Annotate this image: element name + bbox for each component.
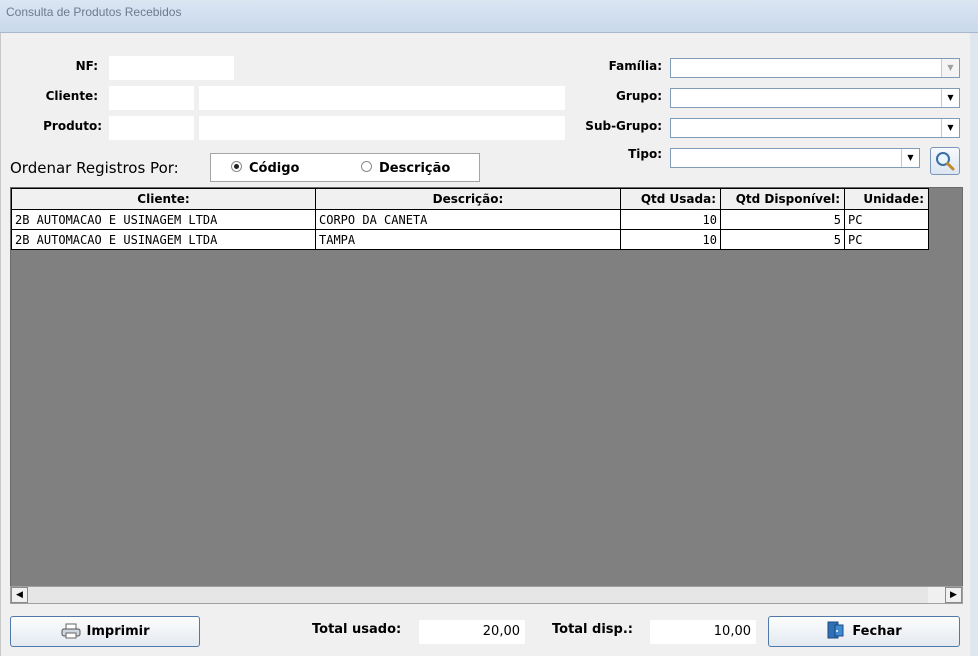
subgrupo-select[interactable]: ▼	[670, 118, 960, 138]
table-row[interactable]: 2B AUTOMACAO E USINAGEM LTDA CORPO DA CA…	[11, 209, 929, 230]
close-label: Fechar	[852, 624, 902, 639]
grupo-label: Grupo:	[616, 89, 662, 103]
cell-cliente: 2B AUTOMACAO E USINAGEM LTDA	[11, 209, 316, 230]
nf-input[interactable]	[109, 56, 234, 80]
col-header-qtd-usada[interactable]: Qtd Usada:	[620, 188, 721, 210]
cell-descricao: CORPO DA CANETA	[315, 209, 621, 230]
cell-qtd-disponivel: 5	[720, 229, 845, 250]
radio-codigo-label: Código	[249, 161, 300, 176]
cliente-name-input[interactable]	[199, 86, 565, 110]
title-bar: Consulta de Produtos Recebidos	[0, 0, 978, 33]
scroll-thumb[interactable]	[28, 587, 928, 603]
results-grid[interactable]: Cliente: Descrição: Qtd Usada: Qtd Dispo…	[10, 187, 963, 587]
grupo-select[interactable]: ▼	[670, 88, 960, 108]
produto-name-input[interactable]	[199, 116, 565, 140]
cliente-label: Cliente:	[45, 89, 98, 103]
search-button[interactable]	[930, 147, 960, 175]
total-disp-label: Total disp.:	[552, 622, 633, 637]
total-disp-value: 10,00	[650, 620, 756, 644]
cell-qtd-usada: 10	[620, 209, 721, 230]
radio-selected-icon	[231, 161, 242, 172]
close-button[interactable]: Fechar	[768, 616, 960, 647]
cliente-code-input[interactable]	[109, 86, 194, 110]
tipo-label: Tipo:	[628, 147, 662, 161]
produto-code-input[interactable]	[109, 116, 194, 140]
radio-descricao[interactable]: Descrição	[361, 161, 450, 176]
chevron-down-icon[interactable]: ▼	[901, 149, 919, 167]
horizontal-scrollbar[interactable]: ◀ ▶	[10, 586, 963, 604]
familia-label: Família:	[608, 59, 662, 73]
table-header: Cliente: Descrição: Qtd Usada: Qtd Dispo…	[11, 188, 929, 210]
radio-codigo[interactable]: Código	[231, 161, 299, 176]
order-radio-group: Código Descrição	[210, 153, 480, 182]
subgrupo-label: Sub-Grupo:	[585, 119, 662, 133]
order-label: Ordenar Registros Por:	[10, 159, 179, 177]
chevron-down-icon[interactable]: ▼	[941, 89, 959, 107]
cell-unidade: PC	[844, 229, 929, 250]
radio-unselected-icon	[361, 161, 372, 172]
right-edge	[970, 33, 978, 656]
results-table: Cliente: Descrição: Qtd Usada: Qtd Dispo…	[11, 188, 929, 250]
familia-select[interactable]: ▼	[670, 58, 960, 78]
chevron-down-icon[interactable]: ▼	[941, 119, 959, 137]
printer-icon	[61, 623, 81, 639]
cell-cliente: 2B AUTOMACAO E USINAGEM LTDA	[11, 229, 316, 250]
col-header-unidade[interactable]: Unidade:	[844, 188, 929, 210]
exit-door-icon	[827, 621, 844, 639]
col-header-cliente[interactable]: Cliente:	[11, 188, 316, 210]
print-button[interactable]: Imprimir	[10, 616, 200, 647]
produto-label: Produto:	[43, 119, 102, 133]
scroll-right-icon[interactable]: ▶	[945, 587, 962, 603]
chevron-down-icon[interactable]: ▼	[941, 59, 959, 77]
cell-qtd-disponivel: 5	[720, 209, 845, 230]
window-title: Consulta de Produtos Recebidos	[6, 5, 182, 19]
scroll-left-icon[interactable]: ◀	[11, 587, 28, 603]
col-header-qtd-disponivel[interactable]: Qtd Disponível:	[720, 188, 845, 210]
col-header-descricao[interactable]: Descrição:	[315, 188, 621, 210]
table-row[interactable]: 2B AUTOMACAO E USINAGEM LTDA TAMPA 10 5 …	[11, 229, 929, 250]
cell-unidade: PC	[844, 209, 929, 230]
nf-label: NF:	[75, 59, 98, 73]
cell-descricao: TAMPA	[315, 229, 621, 250]
total-usado-value: 20,00	[419, 620, 525, 644]
magnifier-icon	[936, 152, 955, 171]
cell-qtd-usada: 10	[620, 229, 721, 250]
print-label: Imprimir	[86, 624, 150, 639]
tipo-select[interactable]: ▼	[670, 148, 920, 168]
radio-descricao-label: Descrição	[379, 161, 451, 176]
total-usado-label: Total usado:	[312, 622, 402, 637]
